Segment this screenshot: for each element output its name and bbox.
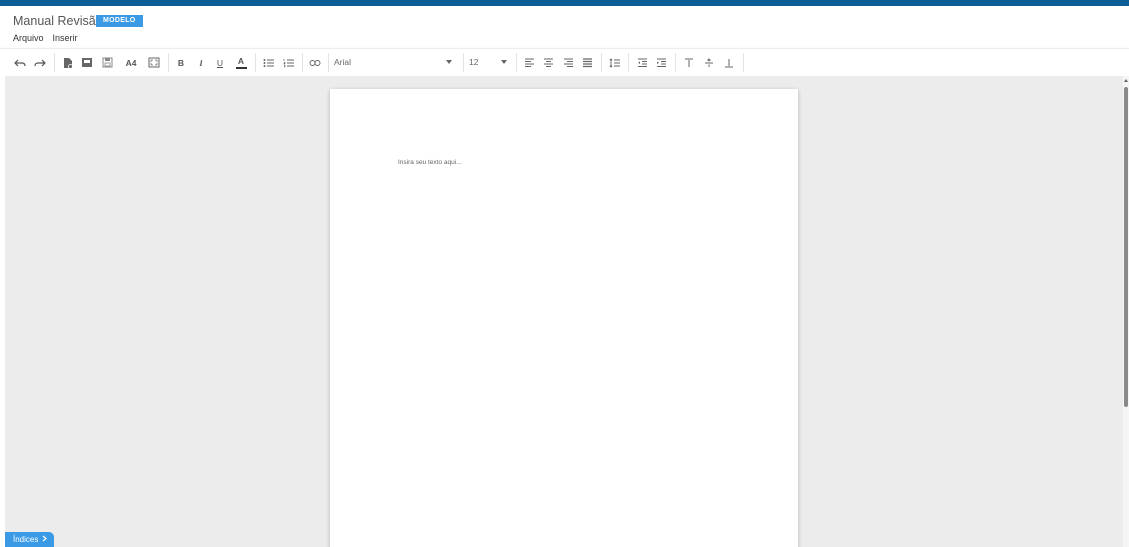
numbered-list-icon[interactable] [282,54,296,71]
model-badge: MODELO [96,15,143,27]
chevron-right-icon [42,535,48,544]
font-family-select[interactable]: Arial [334,54,456,71]
bullet-list-icon[interactable] [262,54,276,71]
toolbar-separator [255,53,256,72]
document-title: Manual Revisão [13,14,103,28]
indices-label: Índices [13,535,39,544]
vertical-scrollbar[interactable] [1123,76,1129,547]
toolbar-separator [516,53,517,72]
editor-workspace: Insira seu texto aqui... [5,76,1123,547]
scroll-up-icon[interactable] [1124,79,1128,82]
align-left-icon[interactable] [522,54,536,71]
link-icon[interactable] [308,54,322,71]
indices-toggle-button[interactable]: Índices [5,532,54,547]
font-size-select[interactable]: 12 [469,54,509,71]
font-family-value: Arial [334,57,352,67]
toolbar-separator [743,53,744,72]
chevron-down-icon [501,60,507,64]
toolbar-separator [601,53,602,72]
italic-button[interactable]: I [195,54,207,71]
indent-increase-icon[interactable] [654,54,668,71]
underline-button[interactable]: U [214,54,226,71]
align-right-icon[interactable] [561,54,575,71]
header: Manual Revisão MODELO Arquivo Inserir [0,6,1129,48]
toolbar-separator [463,53,464,72]
valign-top-icon[interactable] [682,54,696,71]
text-color-swatch [235,67,247,69]
undo-icon[interactable] [13,54,27,71]
bold-button[interactable]: B [175,54,187,71]
chevron-down-icon [446,60,452,64]
align-center-icon[interactable] [541,54,555,71]
valign-bottom-icon[interactable] [722,54,736,71]
text-color-label: A [237,56,245,66]
toolbar-separator [675,53,676,72]
menu-inserir[interactable]: Inserir [53,33,78,43]
menu-bar: Arquivo Inserir [13,33,78,43]
font-size-value: 12 [469,57,479,67]
save-icon[interactable] [100,54,114,71]
editor-placeholder[interactable]: Insira seu texto aqui... [398,159,462,166]
toolbar-separator [628,53,629,72]
indent-decrease-icon[interactable] [635,54,649,71]
menu-arquivo[interactable]: Arquivo [13,33,44,43]
toolbar-separator [328,53,329,72]
new-document-icon[interactable] [61,54,75,71]
page-size-button[interactable]: A4 [123,54,139,71]
toolbar-separator [54,53,55,72]
fullscreen-icon[interactable] [147,54,161,71]
template-icon[interactable] [80,54,94,71]
toolbar-separator [302,53,303,72]
document-page[interactable]: Insira seu texto aqui... [330,89,798,547]
toolbar-separator [168,53,169,72]
scroll-thumb[interactable] [1124,87,1128,407]
toolbar: A4 B I U A Arial 12 [0,48,1129,77]
redo-icon[interactable] [33,54,47,71]
valign-middle-icon[interactable] [702,54,716,71]
line-height-icon[interactable] [608,54,622,71]
align-justify-icon[interactable] [580,54,594,71]
text-color-button[interactable]: A [234,54,248,71]
